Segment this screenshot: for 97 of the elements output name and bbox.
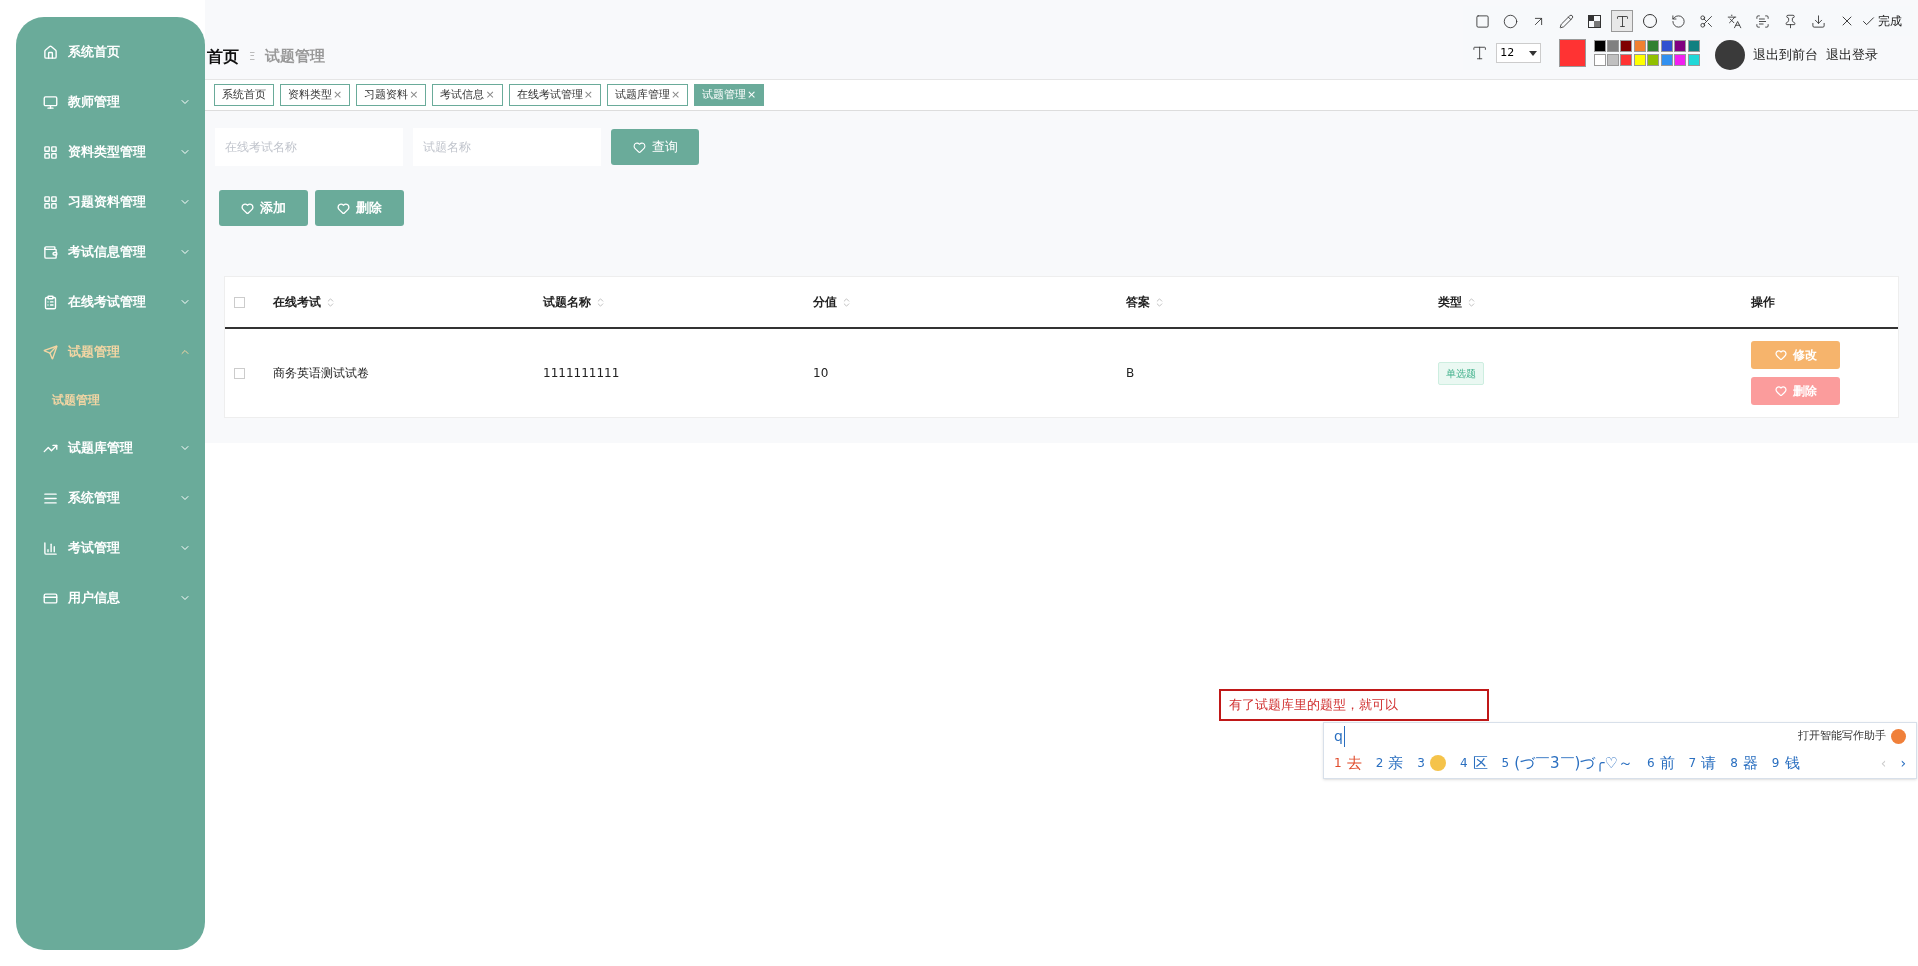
header-link[interactable]: 退出到前台 <box>1753 45 1818 65</box>
ime-candidate[interactable]: 亲 <box>1388 751 1404 775</box>
column-header: 操作 <box>1751 294 1775 311</box>
current-color[interactable] <box>1558 39 1586 67</box>
assistant-icon[interactable] <box>1891 728 1906 744</box>
page-tab[interactable]: 试题管理× <box>694 84 765 106</box>
sidebar-item[interactable]: 考试管理 <box>16 523 205 573</box>
card-icon <box>43 590 58 606</box>
heart-icon <box>1774 349 1787 361</box>
sidebar-item[interactable]: 教师管理 <box>16 77 205 127</box>
search-field[interactable]: 在线考试名称 <box>215 128 403 166</box>
ime-candidate[interactable]: 区 <box>1472 751 1488 775</box>
sidebar-item[interactable]: 系统首页 <box>16 27 205 77</box>
grid-icon <box>43 144 58 160</box>
candidate-number: 1 <box>1334 755 1342 772</box>
sidebar-item[interactable]: 考试信息管理 <box>16 227 205 277</box>
sidebar-item[interactable]: 习题资料管理 <box>16 177 205 227</box>
color-swatch[interactable] <box>1647 40 1660 52</box>
type-tag: 单选题 <box>1438 361 1484 385</box>
heart-icon <box>632 140 646 154</box>
clipboard-icon <box>43 294 58 310</box>
breadcrumb-current: 试题管理 <box>265 46 326 68</box>
search-button[interactable]: 查询 <box>611 129 699 165</box>
table-cell: 商务英语测试试卷 <box>273 366 369 380</box>
table-cell: 1111111111 <box>543 366 620 380</box>
color-swatch[interactable] <box>1687 54 1700 66</box>
select-all-checkbox[interactable] <box>234 296 245 308</box>
column-header: 试题名称 <box>543 294 591 311</box>
page-tab[interactable]: 习题资料× <box>356 84 427 106</box>
color-swatch[interactable] <box>1593 54 1606 66</box>
ime-candidate[interactable]: 前 <box>1659 751 1675 775</box>
candidate-number: 2 <box>1375 755 1384 772</box>
breadcrumb-home[interactable]: 首页 <box>207 44 239 69</box>
annotation-textbox[interactable]: 有了试题库里的题型，就可以 <box>1219 689 1489 721</box>
color-swatch[interactable] <box>1633 54 1646 66</box>
home-icon <box>43 44 58 60</box>
color-swatch[interactable] <box>1674 54 1687 66</box>
monitor-icon <box>43 94 58 110</box>
color-swatch[interactable] <box>1607 54 1619 66</box>
page-tab[interactable]: 在线考试管理× <box>508 84 601 106</box>
color-swatch[interactable] <box>1660 54 1673 66</box>
color-swatch[interactable] <box>1607 40 1619 52</box>
heart-icon <box>241 201 254 215</box>
color-swatch[interactable] <box>1647 54 1660 66</box>
candidate-number: 5 <box>1501 755 1510 772</box>
table-cell: 10 <box>813 366 829 380</box>
sidebar-item[interactable]: 在线考试管理 <box>16 277 205 327</box>
page-tab[interactable]: 考试信息× <box>432 84 503 106</box>
search-field[interactable]: 试题名称 <box>413 128 601 166</box>
color-swatch[interactable] <box>1633 40 1646 52</box>
ime-candidate[interactable]: (づ￣3￣)づ╭♡～ <box>1514 751 1633 775</box>
header-link[interactable]: 退出登录 <box>1826 45 1878 65</box>
ime-candidate[interactable]: 去 <box>1346 751 1362 775</box>
candidate-number: 9 <box>1771 755 1780 772</box>
column-header: 在线考试 <box>273 294 321 311</box>
table-cell: B <box>1126 366 1135 380</box>
heart-icon <box>1774 385 1787 397</box>
candidate-number: 8 <box>1730 755 1738 772</box>
column-header: 分值 <box>813 294 837 311</box>
candidate-number: 3 <box>1417 755 1425 772</box>
add-button[interactable]: 添加 <box>219 190 308 226</box>
color-swatch[interactable] <box>1687 40 1700 52</box>
color-swatch[interactable] <box>1620 54 1633 66</box>
sidebar-item[interactable]: 试题库管理 <box>16 423 205 473</box>
paper-plane-icon <box>43 344 58 360</box>
color-swatch[interactable] <box>1620 40 1633 52</box>
font-icon <box>1471 44 1489 62</box>
bar-chart-icon <box>43 540 58 556</box>
page-tab[interactable]: 系统首页 <box>214 84 274 106</box>
ime-candidate[interactable]: 钱 <box>1784 751 1800 775</box>
text-tool-icon[interactable] <box>1611 10 1633 32</box>
sidebar-item[interactable]: 系统管理 <box>16 473 205 523</box>
delete-button[interactable]: 删除 <box>315 190 404 226</box>
font-size-select[interactable]: 12 <box>1496 43 1541 63</box>
column-header: 类型 <box>1438 294 1462 311</box>
ime-candidate[interactable]: 器 <box>1742 751 1758 775</box>
heart-icon <box>337 201 350 215</box>
next-page-button[interactable]: › <box>1900 752 1906 774</box>
page-tab[interactable]: 资料类型× <box>280 84 351 106</box>
color-swatch[interactable] <box>1593 40 1606 52</box>
grid-icon <box>43 194 58 210</box>
column-header: 答案 <box>1126 294 1150 311</box>
list-icon <box>43 490 58 506</box>
sidebar-item[interactable]: 用户信息 <box>16 573 205 623</box>
wallet-icon <box>43 244 58 260</box>
candidate-number: 7 <box>1688 755 1697 772</box>
breadcrumb-separator: Ξ <box>249 50 256 64</box>
done-button[interactable]: 完成 <box>1861 12 1902 30</box>
row-checkbox[interactable] <box>234 367 245 379</box>
candidate-number: 4 <box>1459 755 1468 772</box>
color-swatch[interactable] <box>1660 40 1673 52</box>
candidate-number: 6 <box>1646 755 1655 772</box>
sidebar-item[interactable]: 资料类型管理 <box>16 127 205 177</box>
assistant-link[interactable]: 打开智能写作助手 <box>1798 727 1886 745</box>
page-tab[interactable]: 试题库管理× <box>606 84 689 106</box>
color-swatch[interactable] <box>1674 40 1687 52</box>
ime-candidate[interactable]: 请 <box>1701 751 1717 775</box>
